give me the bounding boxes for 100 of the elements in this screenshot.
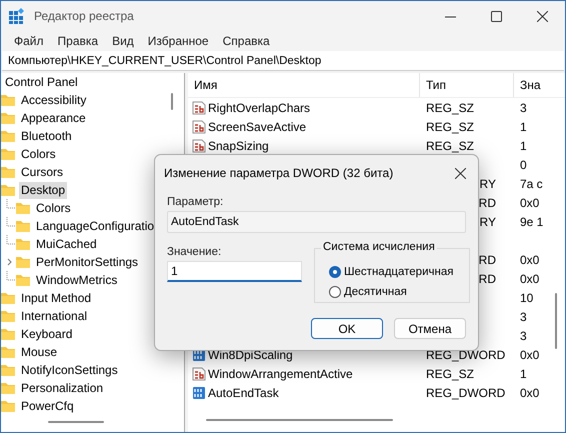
folder-icon: [16, 202, 30, 214]
tree-item[interactable]: Personalization: [19, 380, 106, 396]
tree-item[interactable]: Colors: [34, 200, 73, 216]
folder-icon: [16, 238, 30, 250]
binary-value-icon: [192, 386, 206, 400]
value-data: 0: [520, 158, 527, 172]
menu-item[interactable]: Справка: [216, 34, 277, 48]
value-type: REG_SZ: [426, 120, 474, 134]
value-data: 1: [520, 120, 527, 134]
window-title: Редактор реестра: [34, 9, 135, 23]
field-label: Параметр:: [167, 196, 224, 208]
tree-item[interactable]: International: [19, 308, 90, 324]
menu-item[interactable]: Правка: [50, 34, 106, 48]
folder-icon: [1, 292, 15, 304]
tree-item[interactable]: Desktop: [19, 182, 68, 198]
menu-item[interactable]: Избранное: [140, 34, 216, 48]
tree-item[interactable]: MuiCached: [34, 236, 99, 252]
string-value-icon: [192, 100, 206, 114]
tree-item[interactable]: PerMonitorSettings: [34, 254, 140, 270]
value-name[interactable]: RightOverlapChars: [208, 100, 310, 114]
tree-item[interactable]: LanguageConfiguratio: [34, 218, 156, 234]
menu-item[interactable]: Файл: [7, 34, 51, 48]
value-data: 3: [520, 328, 527, 342]
folder-icon: [1, 130, 15, 142]
folder-icon: [16, 256, 30, 268]
tree-item[interactable]: Mouse: [19, 344, 60, 360]
group-title: Система исчисления: [321, 241, 437, 253]
folder-icon: [1, 382, 15, 394]
expander-icon[interactable]: [6, 258, 14, 266]
folder-icon: [1, 148, 15, 160]
value-data: 3: [520, 100, 527, 114]
folder-icon: [1, 310, 15, 322]
string-value-icon: [192, 138, 206, 152]
dialog-button[interactable]: Отмена: [394, 318, 466, 339]
registry-app-icon: [9, 8, 25, 24]
value-data: 0x0: [520, 272, 540, 286]
dialog-title: Изменение параметра DWORD (32 бита): [163, 166, 394, 180]
tree-item[interactable]: Control Panel: [3, 74, 80, 90]
folder-icon: [1, 112, 15, 124]
value-data: 0x0: [520, 252, 540, 266]
radio-option[interactable]: Шестнадцатеричная: [329, 262, 454, 282]
value-input-field[interactable]: 1: [167, 261, 302, 282]
tree-item[interactable]: Input Method: [19, 290, 94, 306]
value-name[interactable]: WindowArrangementActive: [208, 366, 353, 380]
value-name[interactable]: ScreenSaveActive: [208, 120, 306, 134]
value-name[interactable]: SnapSizing: [208, 138, 269, 152]
value-name[interactable]: Win8DpiScaling: [208, 348, 293, 362]
radio-option[interactable]: Десятичная: [329, 282, 407, 302]
tree-item[interactable]: Bluetooth: [19, 128, 74, 144]
scrollbar-thumb[interactable]: [555, 293, 557, 349]
close-icon: [454, 168, 466, 178]
folder-icon: [1, 184, 15, 196]
maximize-icon: [490, 10, 502, 22]
folder-icon: [1, 364, 15, 376]
scrollbar-thumb[interactable]: [48, 421, 104, 423]
column-header[interactable]: Тип: [420, 73, 514, 97]
column-header[interactable]: Зна: [514, 73, 554, 97]
value-data: 1: [520, 366, 527, 380]
value-type: RY: [478, 214, 496, 228]
tree-item[interactable]: Cursors: [19, 164, 66, 180]
value-data: 0x0: [520, 348, 540, 362]
tree-item[interactable]: NotifyIconSettings: [19, 362, 120, 378]
tree-item[interactable]: WindowMetrics: [34, 272, 120, 288]
string-value-icon: [192, 120, 206, 134]
value-type: REG_SZ: [426, 100, 474, 114]
value-type: REG_DWORD: [426, 348, 506, 362]
radio-icon[interactable]: [329, 286, 341, 298]
scrollbar-thumb[interactable]: [206, 419, 393, 421]
value-data: 10: [520, 290, 534, 304]
value-name[interactable]: AutoEndTask: [208, 386, 279, 400]
value-data: 7a c: [520, 176, 543, 190]
tree-item[interactable]: PowerCfq: [19, 398, 76, 414]
menu-item[interactable]: Вид: [105, 34, 141, 48]
folder-icon: [1, 400, 15, 412]
scrollbar-thumb[interactable]: [171, 93, 173, 110]
tree-item[interactable]: Keyboard: [19, 326, 74, 342]
value-type: RD: [478, 196, 496, 210]
name-field[interactable]: AutoEndTask: [167, 211, 466, 233]
folder-icon: [1, 346, 15, 358]
folder-icon: [16, 274, 30, 286]
string-value-icon: [192, 366, 206, 380]
field-label: Значение:: [167, 246, 222, 258]
folder-icon: [1, 166, 15, 178]
close-icon: [536, 10, 548, 22]
value-data: 1: [520, 138, 527, 152]
address-bar[interactable]: Компьютер\HKEY_CURRENT_USER\Control Panel\Desktop: [2, 51, 564, 71]
tree-item[interactable]: Colors: [19, 146, 58, 162]
dialog-button[interactable]: OK: [311, 318, 383, 339]
value-data: 0x0: [520, 196, 540, 210]
radio-icon[interactable]: [329, 266, 341, 278]
folder-icon: [16, 220, 30, 232]
tree-item[interactable]: Appearance: [19, 110, 88, 126]
value-type: REG_DWORD: [426, 386, 506, 400]
tree-guide-icon: [6, 271, 15, 281]
column-header[interactable]: Имя: [188, 73, 420, 97]
value-data: 9e 1: [520, 214, 544, 228]
value-type: RY: [478, 176, 496, 190]
value-data: 3: [520, 310, 527, 324]
tree-item[interactable]: Accessibility: [19, 92, 88, 108]
value-type: RD: [478, 252, 496, 266]
